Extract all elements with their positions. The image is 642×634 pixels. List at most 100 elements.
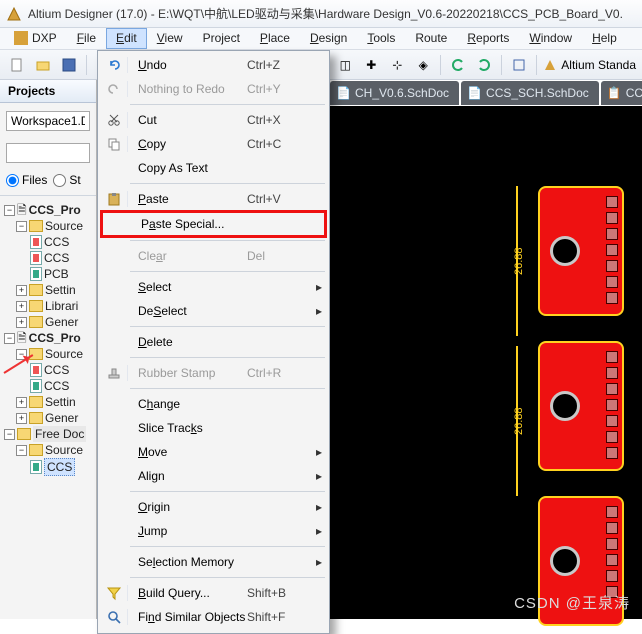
tree-generated[interactable]: +Gener xyxy=(2,410,94,426)
menu-file[interactable]: File xyxy=(67,28,106,49)
menu-dxp[interactable]: DXP xyxy=(4,28,67,49)
tab-sch1[interactable]: 📄CH_V0.6.SchDoc xyxy=(330,81,459,105)
menubar: DXP File Edit View Project Place Design … xyxy=(0,28,642,50)
altium-label: Altium Standa xyxy=(561,58,636,72)
folder-icon xyxy=(29,412,43,424)
pcb-canvas[interactable]: 26.88 26.88 xyxy=(330,106,642,619)
menu-item-move[interactable]: Move▸ xyxy=(100,440,327,464)
menu-item-label: Selection Memory xyxy=(128,555,247,569)
paste-icon xyxy=(100,191,128,207)
tool-icon-4[interactable]: ◈ xyxy=(412,54,434,76)
redo-toolbar-icon[interactable] xyxy=(473,54,495,76)
menu-item-label: Undo xyxy=(128,58,247,72)
dimension-value: 26.88 xyxy=(513,409,525,435)
pcb-icon xyxy=(30,267,42,281)
project-filter-input[interactable] xyxy=(6,143,90,163)
menu-window[interactable]: Window xyxy=(519,28,582,49)
tree-file[interactable]: CCS xyxy=(2,250,94,266)
menu-help[interactable]: Help xyxy=(582,28,627,49)
save-icon[interactable] xyxy=(58,54,80,76)
menu-item-jump[interactable]: Jump ▸ xyxy=(100,519,327,543)
menu-item-select[interactable]: Select ▸ xyxy=(100,275,327,299)
tree-file[interactable]: CCS xyxy=(2,234,94,250)
tree-file-selected[interactable]: CCS xyxy=(2,458,94,476)
menu-item-change[interactable]: Change xyxy=(100,392,327,416)
tool-icon-1[interactable]: ◫ xyxy=(334,54,356,76)
tree-settings[interactable]: +Settin xyxy=(2,394,94,410)
tree-project-2[interactable]: −🗎CCS_Pro xyxy=(2,330,94,346)
menu-item-label: Slice Tracks xyxy=(128,421,247,435)
tree-source[interactable]: −Source xyxy=(2,442,94,458)
tree-project-1[interactable]: −🗎CCS_Pro xyxy=(2,202,94,218)
menu-design[interactable]: Design xyxy=(300,28,357,49)
menu-shortcut: Ctrl+X xyxy=(247,113,311,127)
tree-freedocs[interactable]: −Free Doc xyxy=(2,426,94,442)
projects-panel: Projects Files St −🗎CCS_Pro −Source CCS … xyxy=(0,80,97,619)
layers-icon[interactable] xyxy=(508,54,530,76)
menu-item-copy[interactable]: CopyCtrl+C xyxy=(100,132,327,156)
menu-item-label: DeSelect xyxy=(128,304,247,318)
submenu-arrow-icon: ▸ xyxy=(311,280,327,294)
menu-item-label: Jump xyxy=(128,524,247,538)
menu-item-selection-memory[interactable]: Selection Memory▸ xyxy=(100,550,327,574)
folder-icon xyxy=(29,220,43,232)
tab-pcb[interactable]: 📋CCS_PCB_Boar xyxy=(601,81,642,105)
stamp-icon xyxy=(100,365,128,381)
menu-reports[interactable]: Reports xyxy=(457,28,519,49)
menu-item-find-similar-objects[interactable]: Find Similar ObjectsShift+F xyxy=(100,605,327,629)
tree-file[interactable]: CCS xyxy=(2,378,94,394)
radio-structure[interactable]: St xyxy=(53,173,80,187)
tree-file[interactable]: PCB xyxy=(2,266,94,282)
tree-settings[interactable]: +Settin xyxy=(2,282,94,298)
tab-sch2[interactable]: 📄CCS_SCH.SchDoc xyxy=(461,81,599,105)
menu-item-label: Paste Special... xyxy=(131,217,244,231)
menu-project[interactable]: Project xyxy=(193,28,250,49)
radio-files[interactable]: Files xyxy=(6,173,47,187)
menu-item-nothing-to-redo: Nothing to RedoCtrl+Y xyxy=(100,77,327,101)
menu-item-origin[interactable]: Origin▸ xyxy=(100,495,327,519)
menu-item-paste-special-[interactable]: Paste Special... xyxy=(100,210,327,238)
tool-icon-2[interactable]: ✚ xyxy=(360,54,382,76)
tree-source[interactable]: −Source xyxy=(2,346,94,362)
submenu-arrow-icon: ▸ xyxy=(311,445,327,459)
undo-toolbar-icon[interactable] xyxy=(447,54,469,76)
menu-item-paste[interactable]: PasteCtrl+V xyxy=(100,187,327,211)
menu-shortcut: Ctrl+C xyxy=(247,137,311,151)
watermark: CSDN @王泉涛 xyxy=(514,592,630,613)
sch-icon xyxy=(30,235,42,249)
menu-item-delete[interactable]: Delete xyxy=(100,330,327,354)
tool-icon-3[interactable]: ⊹ xyxy=(386,54,408,76)
tree-source[interactable]: −Source xyxy=(2,218,94,234)
menu-item-slice-tracks[interactable]: Slice Tracks xyxy=(100,416,327,440)
menu-view[interactable]: View xyxy=(147,28,193,49)
new-icon[interactable] xyxy=(6,54,28,76)
menu-item-deselect[interactable]: DeSelect▸ xyxy=(100,299,327,323)
menu-item-label: Origin xyxy=(128,500,247,514)
workspace-input[interactable] xyxy=(6,111,90,131)
menu-place[interactable]: Place xyxy=(250,28,300,49)
menu-item-cut[interactable]: CutCtrl+X xyxy=(100,108,327,132)
tab-label: CH_V0.6.SchDoc xyxy=(355,86,449,100)
menu-shortcut: Ctrl+R xyxy=(247,366,311,380)
menu-edit[interactable]: Edit xyxy=(106,28,147,49)
menu-tools[interactable]: Tools xyxy=(357,28,405,49)
menu-item-label: Clear xyxy=(128,249,247,263)
folder-icon xyxy=(29,300,43,312)
menu-item-undo[interactable]: UndoCtrl+Z xyxy=(100,53,327,77)
menu-item-align[interactable]: Align▸ xyxy=(100,464,327,488)
menu-item-label: Copy As Text xyxy=(128,161,247,175)
menu-item-build-query-[interactable]: Build Query...Shift+B xyxy=(100,581,327,605)
menu-item-label: Select xyxy=(128,280,247,294)
tree-libraries[interactable]: +Librari xyxy=(2,298,94,314)
menu-route[interactable]: Route xyxy=(405,28,457,49)
pcb-component xyxy=(538,341,624,471)
view-radios: Files St xyxy=(0,167,96,193)
menu-item-label: Nothing to Redo xyxy=(128,82,247,96)
tree-generated[interactable]: +Gener xyxy=(2,314,94,330)
submenu-arrow-icon: ▸ xyxy=(311,524,327,538)
pcb-icon xyxy=(30,379,42,393)
menu-item-copy-as-text[interactable]: Copy As Text xyxy=(100,156,327,180)
window-title: Altium Designer (17.0) - E:\WQT\中航\LED驱动… xyxy=(28,5,636,22)
open-icon[interactable] xyxy=(32,54,54,76)
menu-item-label: Copy xyxy=(128,137,247,151)
